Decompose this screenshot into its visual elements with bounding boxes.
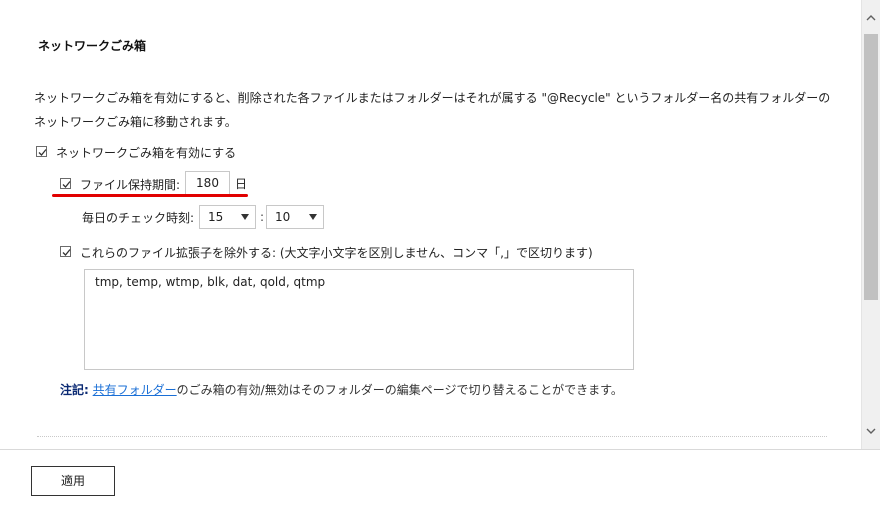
vertical-scrollbar[interactable] <box>861 0 880 449</box>
check-minute-value: 10 <box>275 210 291 224</box>
excluded-extensions-textarea[interactable]: tmp, temp, wtmp, blk, dat, qold, qtmp <box>84 269 634 370</box>
caret-down-icon <box>309 214 317 220</box>
enable-recycle-bin-label: ネットワークごみ箱を有効にする <box>56 146 237 160</box>
shared-folder-link[interactable]: 共有フォルダー <box>93 383 177 397</box>
retention-unit-label: 日 <box>235 177 248 191</box>
retention-period-label: ファイル保持期間: <box>80 178 181 192</box>
check-minute-select[interactable]: 10 <box>266 205 324 229</box>
apply-button[interactable]: 適用 <box>31 466 115 496</box>
check-hour-select[interactable]: 15 <box>199 205 256 229</box>
checkbox-checked-icon <box>62 181 71 188</box>
daily-check-time-label: 毎日のチェック時刻: <box>82 211 195 225</box>
page-title: ネットワークごみ箱 <box>38 39 147 53</box>
checkbox-checked-icon <box>62 249 71 256</box>
check-hour-value: 15 <box>208 210 224 224</box>
recycle-bin-settings-panel: ネットワークごみ箱 ネットワークごみ箱を有効にすると、削除された各ファイルまたは… <box>0 0 861 449</box>
exclude-extensions-label: これらのファイル拡張子を除外する: (大文字小文字を区別しません、コンマ「,」で… <box>80 246 593 260</box>
note-prefix: 注記: <box>60 383 89 397</box>
highlight-underline <box>52 194 248 197</box>
note-text: 注記: 共有フォルダーのごみ箱の有効/無効はそのフォルダーの編集ページで切り替え… <box>60 381 623 398</box>
checkbox-checked-icon <box>38 149 47 156</box>
time-separator: : <box>260 210 265 224</box>
section-divider <box>37 436 827 437</box>
scroll-up-button[interactable] <box>862 8 880 26</box>
scrollbar-thumb[interactable] <box>864 34 878 300</box>
chevron-up-icon <box>866 15 876 21</box>
retention-days-input[interactable]: 180 <box>185 171 230 195</box>
scroll-down-button[interactable] <box>862 421 880 439</box>
footer-bar: 適用 <box>0 449 880 512</box>
chevron-down-icon <box>866 428 876 434</box>
exclude-extensions-checkbox[interactable] <box>60 246 71 257</box>
enable-recycle-bin-checkbox[interactable] <box>36 146 47 157</box>
note-body: のごみ箱の有効/無効はそのフォルダーの編集ページで切り替えることができます。 <box>176 383 623 397</box>
retention-period-checkbox[interactable] <box>60 178 71 189</box>
caret-down-icon <box>241 214 249 220</box>
description-text: ネットワークごみ箱を有効にすると、削除された各ファイルまたはフォルダーはそれが属… <box>34 91 831 129</box>
